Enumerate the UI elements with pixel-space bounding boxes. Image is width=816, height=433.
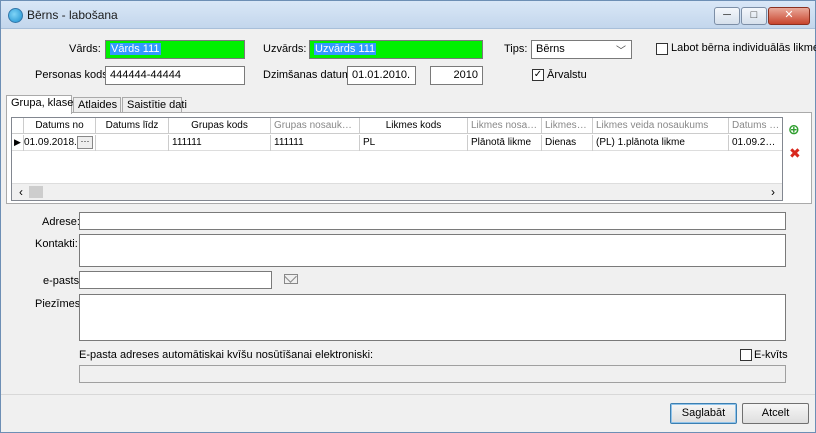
header-likmes-tips[interactable]: Likmes tips <box>542 118 593 134</box>
table-row[interactable]: ▶ 01.09.2018. ··· 111111 111111 PL Plāno… <box>12 135 782 151</box>
header-likmes-nosaukums[interactable]: Likmes nosauk… <box>468 118 542 134</box>
footer-divider <box>1 394 815 395</box>
labot-checkbox[interactable] <box>656 43 668 55</box>
cell-datums-no-2[interactable]: 01.09.2018 <box>729 135 782 151</box>
header-datums-lidz[interactable]: Datums līdz <box>96 118 169 134</box>
personas-kods-input[interactable]: 444444-44444 <box>105 66 245 85</box>
labot-label: Labot bērna individuālās likmes <box>671 42 816 54</box>
kontakti-label: Kontakti: <box>35 238 78 250</box>
year-input[interactable]: 2010 <box>430 66 483 85</box>
maximize-button[interactable]: □ <box>741 7 767 25</box>
row-indicator-icon: ▶ <box>12 135 24 151</box>
delete-row-icon[interactable]: ✖ <box>789 145 801 162</box>
tips-select[interactable]: Bērns ﹀ <box>531 40 632 59</box>
ekvits-label: E-kvīts <box>754 349 788 361</box>
tab-atlaides[interactable]: Atlaides <box>73 97 121 113</box>
header-grupas-nosaukums[interactable]: Grupas nosaukums <box>271 118 360 134</box>
header-datums-no[interactable]: Datums no <box>24 118 96 134</box>
tips-label: Tips: <box>504 43 528 55</box>
arvalstu-checkbox[interactable]: ✓ <box>532 69 544 81</box>
minimize-button[interactable]: ─ <box>714 7 740 25</box>
piezimes-label: Piezīmes: <box>35 298 84 310</box>
dzimsanas-label: Dzimšanas datums: <box>263 69 360 81</box>
cell-likmes-veida-nosaukums[interactable]: (PL) 1.plānota likme <box>593 135 729 151</box>
header-grupas-kods[interactable]: Grupas kods <box>169 118 271 134</box>
add-row-icon[interactable]: ⊕ <box>788 121 800 138</box>
header-likmes-veida-nosaukums[interactable]: Likmes veida nosaukums <box>593 118 729 134</box>
tab-saistitie-dati[interactable]: Saistītie dati <box>122 97 187 113</box>
auto-email-input[interactable] <box>79 365 786 383</box>
mail-icon[interactable] <box>284 274 298 284</box>
window-title: Bērns - labošana <box>27 8 118 22</box>
scroll-thumb[interactable] <box>29 186 43 198</box>
uzvards-input[interactable]: Uzvārds 111 <box>309 40 483 59</box>
chevron-down-icon: ﹀ <box>616 46 626 57</box>
cancel-button[interactable]: Atcelt <box>742 403 809 424</box>
cell-datums-lidz[interactable] <box>96 135 169 151</box>
tab-panel: Datums no Datums līdz Grupas kods Grupas… <box>6 112 812 204</box>
title-bar: Bērns - labošana ─ □ ✕ <box>1 1 815 29</box>
vards-label: Vārds: <box>69 43 101 55</box>
grid-header: Datums no Datums līdz Grupas kods Grupas… <box>12 118 782 134</box>
cell-grupas-nosaukums[interactable]: 111111 <box>271 135 360 151</box>
dialog-window: Bērns - labošana ─ □ ✕ Vārds: Vārds 111 … <box>0 0 816 433</box>
cell-likmes-kods[interactable]: PL <box>360 135 468 151</box>
auto-email-label: E-pasta adreses automātiskai kvīšu nosūt… <box>79 349 374 361</box>
piezimes-textarea[interactable] <box>79 294 786 341</box>
adrese-label: Adrese: <box>42 216 80 228</box>
close-button[interactable]: ✕ <box>768 7 810 25</box>
epasts-label: e-pasts: <box>43 275 83 287</box>
uzvards-value: Uzvārds 111 <box>314 43 377 55</box>
horizontal-scrollbar[interactable]: ‹ › <box>12 183 782 200</box>
group-grid[interactable]: Datums no Datums līdz Grupas kods Grupas… <box>11 117 783 201</box>
app-icon <box>8 8 23 23</box>
date-picker-button[interactable]: ··· <box>77 136 93 149</box>
save-button[interactable]: Saglabāt <box>670 403 737 424</box>
check-icon: ✓ <box>533 69 543 80</box>
epasts-input[interactable] <box>79 271 272 289</box>
personas-kods-label: Personas kods: <box>35 69 111 81</box>
header-likmes-kods[interactable]: Likmes kods <box>360 118 468 134</box>
scroll-left-icon[interactable]: ‹ <box>14 185 28 199</box>
dzimsanas-input[interactable]: 01.01.2010. <box>347 66 416 85</box>
tips-value: Bērns <box>536 43 565 55</box>
header-indicator-cell <box>12 118 24 134</box>
header-datums-no-2[interactable]: Datums no <box>729 118 782 134</box>
cell-likmes-tips[interactable]: Dienas <box>542 135 593 151</box>
vards-input[interactable]: Vārds 111 <box>105 40 245 59</box>
uzvards-label: Uzvārds: <box>263 43 307 55</box>
arvalstu-label: Ārvalstu <box>547 69 587 81</box>
cell-grupas-kods[interactable]: 111111 <box>169 135 271 151</box>
adrese-input[interactable] <box>79 212 786 230</box>
cell-likmes-nosaukums[interactable]: Plānotā likme <box>468 135 542 151</box>
ekvits-checkbox[interactable] <box>740 349 752 361</box>
vards-value: Vārds 111 <box>110 43 161 55</box>
cell-datums-no-value: 01.09.2018. <box>24 137 77 148</box>
scroll-right-icon[interactable]: › <box>766 185 780 199</box>
kontakti-textarea[interactable] <box>79 234 786 267</box>
tab-grupa-klase[interactable]: Grupa, klase <box>6 95 73 114</box>
